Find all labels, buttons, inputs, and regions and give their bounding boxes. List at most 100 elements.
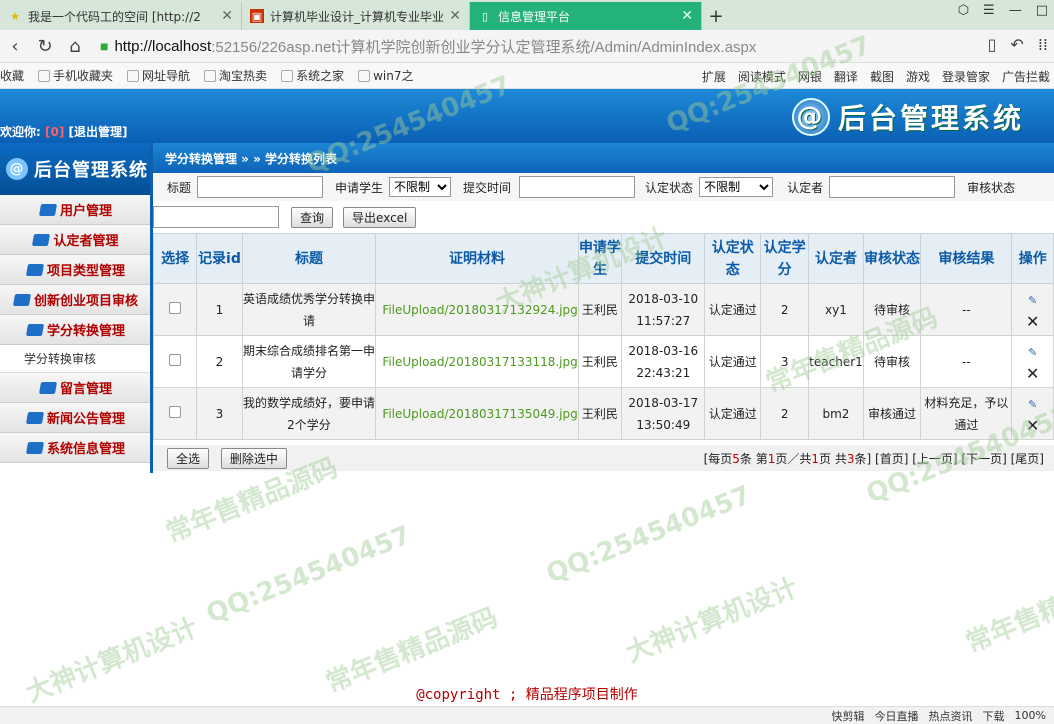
record-result: 材料充足，予以通过 bbox=[920, 387, 1013, 440]
row-checkbox[interactable] bbox=[169, 405, 182, 418]
delete-selected-button[interactable]: 删除选中 bbox=[220, 447, 287, 469]
username: [0] bbox=[45, 125, 65, 139]
bookmark-item[interactable]: 网址导航 bbox=[127, 67, 190, 84]
record-review: 待审核 bbox=[862, 335, 922, 388]
sidebar-item-verifiers[interactable]: 认定者管理 bbox=[0, 225, 152, 255]
record-student: 王利民 bbox=[577, 283, 623, 336]
close-tab-icon[interactable]: ✕ bbox=[681, 8, 693, 24]
logout-link[interactable]: [退出管理] bbox=[69, 125, 128, 139]
column-header: 认定者 bbox=[808, 233, 864, 284]
tool-screenshot[interactable]: 截图 bbox=[870, 68, 894, 85]
undo-icon[interactable]: ↶ bbox=[1010, 35, 1023, 54]
verifier-filter-label: 认定者 bbox=[787, 180, 824, 195]
credit-conversion-table: 选择 记录id 标题 证明材料 申请学生 提交时间 认定状态 认定学分 认定者 … bbox=[152, 233, 1054, 440]
filter-actions: 查询 导出excel bbox=[153, 203, 1054, 231]
column-header: 证明材料 bbox=[375, 233, 579, 284]
phone-icon[interactable]: ▯ bbox=[988, 35, 997, 54]
next-page-link[interactable]: [下一页] bbox=[961, 452, 1006, 466]
status-item[interactable]: 快剪辑 bbox=[832, 708, 865, 724]
column-header: 记录id bbox=[196, 233, 243, 284]
row-checkbox[interactable] bbox=[169, 353, 182, 366]
new-tab-button[interactable]: + bbox=[702, 2, 730, 30]
tool-bank[interactable]: 网银 bbox=[798, 68, 822, 85]
menu-folder-icon bbox=[12, 293, 32, 306]
tool-reader[interactable]: 阅读模式 bbox=[738, 68, 786, 85]
proof-file-link[interactable]: FileUpload/20180317135049.jpg bbox=[375, 387, 579, 440]
menu-icon[interactable]: ☰ bbox=[983, 3, 995, 18]
first-page-link[interactable]: [首页] bbox=[875, 452, 908, 466]
red-site-icon: ▣ bbox=[250, 9, 264, 23]
row-checkbox[interactable] bbox=[169, 301, 182, 314]
browser-tab-2[interactable]: ▣ 计算机毕业设计_计算机专业毕业 ✕ bbox=[242, 2, 470, 30]
sidebar-item-credit-conversion[interactable]: 学分转换管理 bbox=[0, 315, 152, 345]
prev-page-link[interactable]: [上一页] bbox=[912, 452, 957, 466]
sidebar-logo: @ 后台管理系统 bbox=[0, 143, 152, 195]
browser-tab-3[interactable]: ▯ 信息管理平台 ✕ bbox=[470, 2, 702, 30]
sidebar-item-messages[interactable]: 留言管理 bbox=[0, 373, 152, 403]
last-page-link[interactable]: [尾页] bbox=[1011, 452, 1044, 466]
proof-file-link[interactable]: FileUpload/20180317132924.jpg bbox=[375, 283, 579, 336]
grid-menu-icon[interactable]: ⁞⁞ bbox=[1038, 35, 1048, 54]
page-icon bbox=[127, 69, 140, 82]
browser-tab-1[interactable]: ★ 我是一个代码工的空间 [http://2 ✕ bbox=[0, 2, 242, 30]
sidebar-item-project-types[interactable]: 项目类型管理 bbox=[0, 255, 152, 285]
record-student: 王利民 bbox=[577, 387, 623, 440]
record-id: 1 bbox=[196, 283, 243, 336]
status-filter-select[interactable]: 不限制 bbox=[699, 177, 774, 197]
edit-icon[interactable]: ✎ bbox=[1028, 394, 1037, 416]
maximize-icon[interactable]: □ bbox=[1036, 3, 1048, 18]
zoom-level[interactable]: 100% bbox=[1015, 709, 1046, 722]
page-icon bbox=[358, 69, 371, 82]
record-id: 2 bbox=[196, 335, 243, 388]
close-tab-icon[interactable]: ✕ bbox=[221, 8, 233, 24]
delete-icon[interactable]: ✕ bbox=[1026, 365, 1039, 382]
select-all-button[interactable]: 全选 bbox=[167, 447, 210, 469]
bookmark-item[interactable]: win7之 bbox=[358, 67, 413, 84]
bookmark-item[interactable]: 系统之家 bbox=[281, 67, 344, 84]
edit-icon[interactable]: ✎ bbox=[1028, 342, 1037, 364]
tool-translate[interactable]: 翻译 bbox=[834, 68, 858, 85]
status-item[interactable]: 下载 bbox=[983, 708, 1005, 724]
sidebar-item-news[interactable]: 新闻公告管理 bbox=[0, 403, 152, 433]
applicant-filter-select[interactable]: 不限制 bbox=[389, 177, 452, 197]
bookmark-item[interactable]: 手机收藏夹 bbox=[38, 67, 113, 84]
reload-icon[interactable]: ↻ bbox=[30, 36, 60, 57]
delete-icon[interactable]: ✕ bbox=[1026, 417, 1039, 434]
sidebar-item-users[interactable]: 用户管理 bbox=[0, 195, 152, 225]
status-item[interactable]: 热点资讯 bbox=[929, 708, 973, 724]
record-verifier: teacher1 bbox=[808, 335, 864, 388]
tool-extension[interactable]: 扩展 bbox=[702, 68, 726, 85]
record-verifier: bm2 bbox=[808, 387, 864, 440]
verifier-filter-input[interactable] bbox=[829, 176, 956, 198]
skin-icon[interactable]: ⬡ bbox=[958, 3, 969, 18]
close-tab-icon[interactable]: ✕ bbox=[449, 8, 461, 24]
window-controls: ⬡ ☰ — □ bbox=[958, 3, 1048, 18]
tool-games[interactable]: 游戏 bbox=[906, 68, 930, 85]
minimize-icon[interactable]: — bbox=[1009, 3, 1022, 18]
query-button[interactable]: 查询 bbox=[291, 206, 334, 228]
bookmark-item[interactable]: 收藏 bbox=[0, 67, 24, 84]
record-result: -- bbox=[920, 283, 1013, 336]
tool-adblock[interactable]: 广告拦截 bbox=[1002, 68, 1050, 85]
submit-time-input[interactable] bbox=[519, 176, 636, 198]
column-header: 认定状态 bbox=[704, 233, 762, 284]
browser-tab-bar: ★ 我是一个代码工的空间 [http://2 ✕ ▣ 计算机毕业设计_计算机专业… bbox=[0, 0, 1054, 30]
proof-file-link[interactable]: FileUpload/20180317133118.jpg bbox=[375, 335, 579, 388]
home-icon[interactable]: ⌂ bbox=[60, 36, 90, 57]
tool-login[interactable]: 登录管家 bbox=[942, 68, 990, 85]
page-icon: ▯ bbox=[481, 9, 489, 23]
sidebar-item-project-review[interactable]: 创新创业项目审核 bbox=[0, 285, 152, 315]
status-item[interactable]: 今日直播 bbox=[875, 708, 919, 724]
title-filter-input[interactable] bbox=[197, 176, 324, 198]
back-icon[interactable]: ‹ bbox=[0, 36, 30, 57]
sidebar-item-system-info[interactable]: 系统信息管理 bbox=[0, 433, 152, 463]
edit-icon[interactable]: ✎ bbox=[1028, 290, 1037, 312]
export-excel-button[interactable]: 导出excel bbox=[343, 206, 417, 228]
page-icon bbox=[281, 69, 294, 82]
sidebar-subitem-credit-review[interactable]: 学分转换审核 bbox=[0, 345, 152, 373]
address-bar[interactable]: ■ http://localhost:52156/226asp.net计算机学院… bbox=[100, 33, 810, 59]
review-filter-input[interactable] bbox=[153, 206, 279, 228]
delete-icon[interactable]: ✕ bbox=[1026, 313, 1039, 330]
bookmark-item[interactable]: 淘宝热卖 bbox=[204, 67, 267, 84]
record-time: 2018-03-17 13:50:49 bbox=[621, 387, 706, 440]
